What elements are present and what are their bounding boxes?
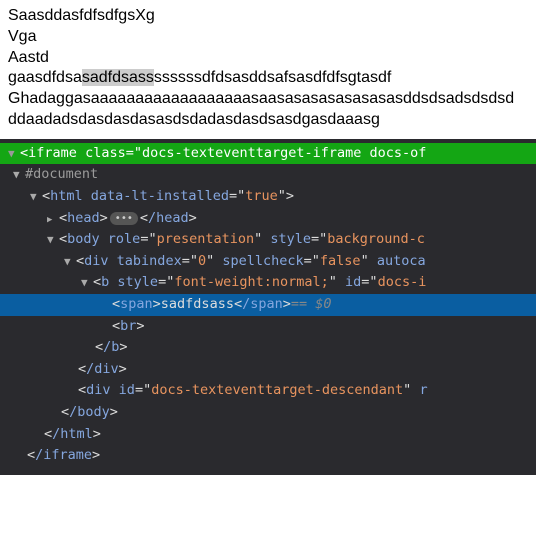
expand-arrow-icon[interactable] bbox=[13, 166, 25, 184]
dom-node-html-close[interactable]: </html> bbox=[0, 424, 536, 446]
expand-arrow-icon[interactable] bbox=[81, 274, 93, 292]
dom-node-iframe[interactable]: <iframe class="docs-texteventtarget-ifra… bbox=[0, 143, 536, 165]
selected-text[interactable]: sadfdsass bbox=[82, 69, 154, 86]
dom-node-head[interactable]: <head>•••</head> bbox=[0, 208, 536, 230]
doc-line[interactable]: Ghadaggasaaaaaaaaaaaaaaaaaasaasasasasasa… bbox=[8, 89, 528, 110]
dom-node-iframe-close[interactable]: </iframe> bbox=[0, 445, 536, 467]
collapse-arrow-icon[interactable] bbox=[47, 210, 59, 228]
dom-node-body-close[interactable]: </body> bbox=[0, 402, 536, 424]
dom-node-span-selected[interactable]: <span>sadfdsass</span> == $0 bbox=[0, 294, 536, 316]
devtools-elements-panel[interactable]: <iframe class="docs-texteventtarget-ifra… bbox=[0, 139, 536, 475]
ellipsis-icon[interactable]: ••• bbox=[110, 212, 138, 225]
doc-line[interactable]: ddaadadsdasdasdasasdsdadasdasdsasdgasdaa… bbox=[8, 110, 528, 131]
dom-node-body[interactable]: <body role="presentation" style="backgro… bbox=[0, 229, 536, 251]
doc-line[interactable]: Vga bbox=[8, 27, 528, 48]
dom-node-b-close[interactable]: </b> bbox=[0, 337, 536, 359]
dom-node-br[interactable]: <br> bbox=[0, 316, 536, 338]
dom-node-b[interactable]: <b style="font-weight:normal;" id="docs-… bbox=[0, 272, 536, 294]
expand-arrow-icon[interactable] bbox=[8, 145, 20, 163]
doc-line[interactable]: SaasddasfdfsdfgsXg bbox=[8, 6, 528, 27]
dom-node-div-close[interactable]: </div> bbox=[0, 359, 536, 381]
document-content: SaasddasfdfsdfgsXg Vga Aastd gaasdfdsasa… bbox=[0, 0, 536, 139]
dom-node-html[interactable]: <html data-lt-installed="true"> bbox=[0, 186, 536, 208]
dom-node-div[interactable]: <div tabindex="0" spellcheck="false" aut… bbox=[0, 251, 536, 273]
expand-arrow-icon[interactable] bbox=[64, 253, 76, 271]
dom-node-div2[interactable]: <div id="docs-texteventtarget-descendant… bbox=[0, 380, 536, 402]
doc-line[interactable]: Aastd bbox=[8, 48, 528, 69]
doc-line[interactable]: gaasdfdsasadfdsassssssssdfdsasddsafsasdf… bbox=[8, 68, 528, 89]
expand-arrow-icon[interactable] bbox=[30, 188, 42, 206]
dom-node-doctype[interactable]: #document bbox=[0, 164, 536, 186]
expand-arrow-icon[interactable] bbox=[47, 231, 59, 249]
